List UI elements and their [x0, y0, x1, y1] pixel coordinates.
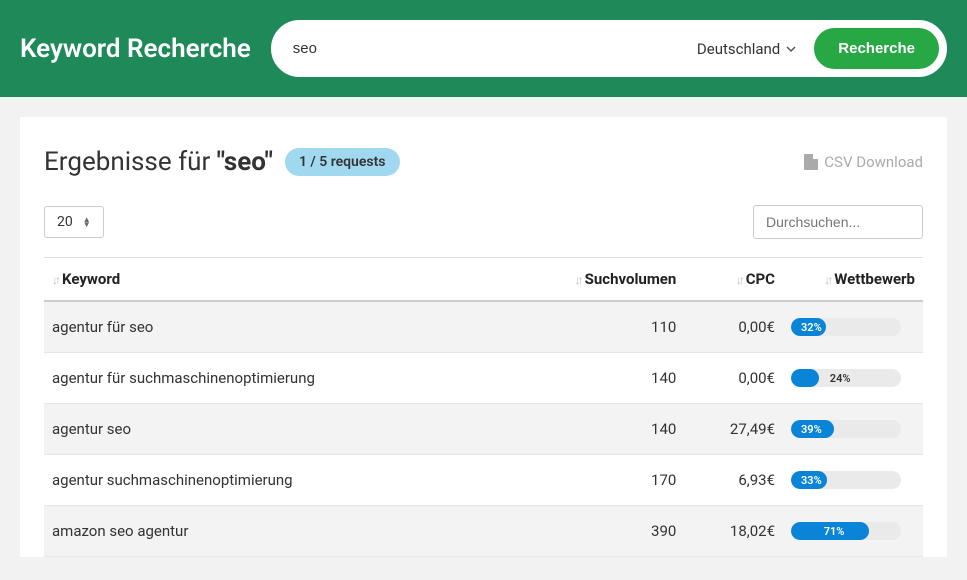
page-size-value: 20: [57, 214, 73, 230]
cell-keyword: amazon seo agentur: [44, 506, 494, 557]
cell-competition: 32%: [783, 301, 923, 353]
cell-keyword: agentur für suchmaschinenoptimierung: [44, 353, 494, 404]
results-title-wrap: Ergebnisse für "seo" 1 / 5 requests: [44, 147, 400, 177]
csv-icon: [804, 154, 818, 170]
results-table: ↓↑Keyword ↓↑Suchvolumen ↓↑CPC ↓↑Wettbewe…: [44, 257, 923, 557]
table-row: agentur für seo1100,00€ 32%: [44, 301, 923, 353]
cell-cpc: 6,93€: [684, 455, 783, 506]
table-row: amazon seo agentur39018,02€ 71%: [44, 506, 923, 557]
table-row: agentur seo14027,49€ 39%: [44, 404, 923, 455]
cell-keyword: agentur für seo: [44, 301, 494, 353]
csv-download-link[interactable]: CSV Download: [804, 153, 923, 171]
page-title: Keyword Recherche: [20, 34, 251, 64]
filter-input[interactable]: [753, 205, 923, 239]
cell-volume: 140: [494, 404, 684, 455]
search-input[interactable]: [293, 30, 681, 67]
cell-volume: 170: [494, 455, 684, 506]
cell-volume: 390: [494, 506, 684, 557]
results-title: Ergebnisse für "seo": [44, 147, 273, 177]
cell-volume: 140: [494, 353, 684, 404]
competition-bar: 71%: [791, 522, 901, 540]
requests-badge: 1 / 5 requests: [285, 148, 400, 176]
table-row: agentur für suchmaschinenoptimierung1400…: [44, 353, 923, 404]
sort-icon: ↓↑: [736, 273, 742, 287]
cell-cpc: 18,02€: [684, 506, 783, 557]
table-row: agentur suchmaschinenoptimierung1706,93€…: [44, 455, 923, 506]
competition-fill: [791, 369, 819, 387]
cell-keyword: agentur seo: [44, 404, 494, 455]
updown-icon: ▲▼: [83, 217, 91, 227]
competition-label: 39%: [791, 420, 834, 438]
competition-bar: 32%: [791, 318, 901, 336]
sort-icon: ↓↑: [575, 273, 581, 287]
competition-label: 24%: [822, 369, 851, 387]
cell-competition: 33%: [783, 455, 923, 506]
cell-competition: 71%: [783, 506, 923, 557]
results-title-keyword: "seo": [217, 147, 273, 177]
results-title-prefix: Ergebnisse für: [44, 147, 217, 177]
search-bar: Deutschland Recherche: [271, 20, 947, 77]
table-controls: 20 ▲▼: [44, 205, 923, 239]
cell-cpc: 27,49€: [684, 404, 783, 455]
competition-label: 33%: [791, 471, 827, 489]
col-keyword[interactable]: ↓↑Keyword: [44, 258, 494, 302]
results-header: Ergebnisse für "seo" 1 / 5 requests CSV …: [44, 147, 923, 177]
cell-competition: 39%: [783, 404, 923, 455]
competition-label: 71%: [791, 522, 869, 540]
csv-label: CSV Download: [824, 153, 923, 171]
cell-cpc: 0,00€: [684, 353, 783, 404]
competition-bar: 33%: [791, 471, 901, 489]
cell-competition: 24%: [783, 353, 923, 404]
header: Keyword Recherche Deutschland Recherche: [0, 0, 967, 97]
sort-icon: ↓↑: [824, 273, 830, 287]
col-cpc[interactable]: ↓↑CPC: [684, 258, 783, 302]
cell-keyword: agentur suchmaschinenoptimierung: [44, 455, 494, 506]
cell-cpc: 0,00€: [684, 301, 783, 353]
competition-bar: 39%: [791, 420, 901, 438]
col-competition[interactable]: ↓↑Wettbewerb: [783, 258, 923, 302]
col-volume[interactable]: ↓↑Suchvolumen: [494, 258, 684, 302]
competition-label: 32%: [791, 318, 826, 336]
search-button[interactable]: Recherche: [812, 26, 941, 71]
cell-volume: 110: [494, 301, 684, 353]
page-size-select[interactable]: 20 ▲▼: [44, 206, 104, 238]
competition-bar: 24%: [791, 369, 901, 387]
country-label: Deutschland: [697, 40, 780, 58]
country-select[interactable]: Deutschland: [681, 40, 812, 58]
chevron-down-icon: [786, 44, 796, 54]
sort-icon: ↓↑: [52, 273, 58, 287]
content-panel: Ergebnisse für "seo" 1 / 5 requests CSV …: [20, 117, 947, 557]
